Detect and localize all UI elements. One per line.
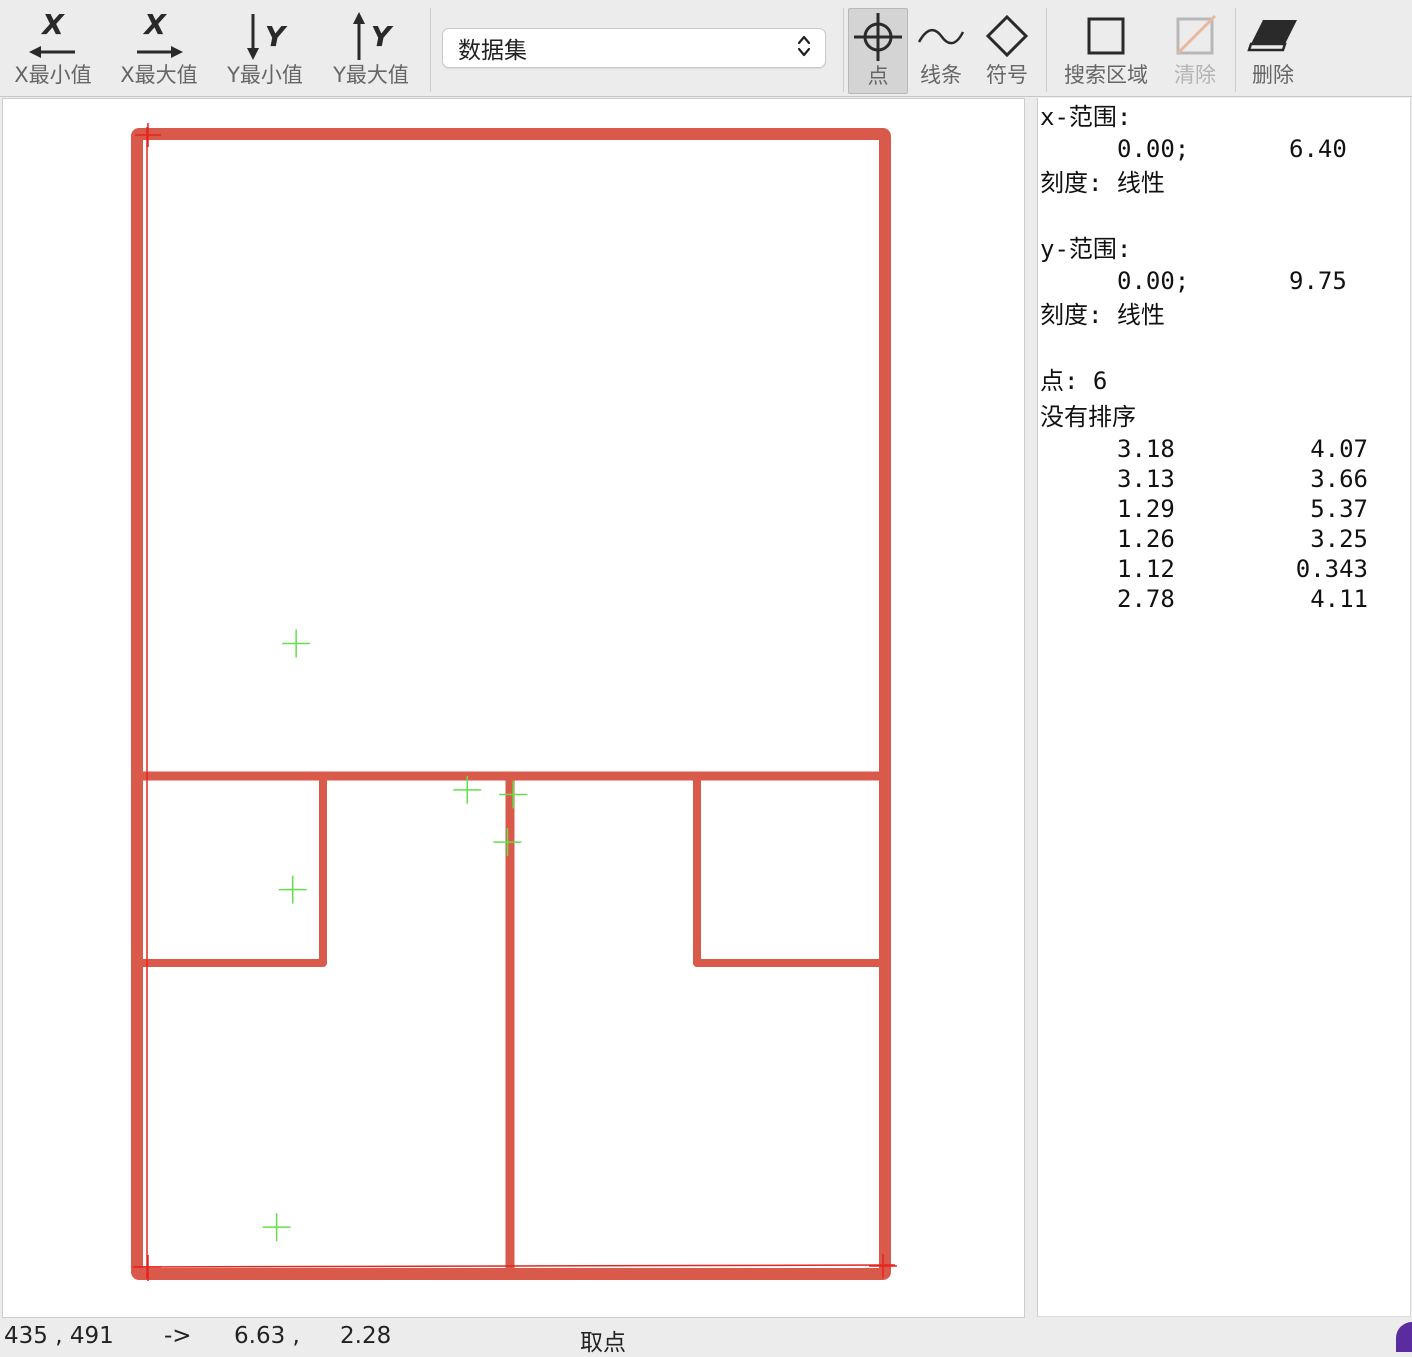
search-region-button[interactable]: 搜索区域	[1058, 8, 1154, 92]
x-range-label: x-范围:	[1040, 103, 1132, 131]
toolbar-separator	[430, 8, 431, 92]
data-point-marker[interactable]	[499, 780, 528, 809]
y-max-arrow-up-icon: Y	[343, 8, 399, 64]
point-x-value: 1.29	[1117, 495, 1175, 523]
x-max-button[interactable]: X X最大值	[112, 8, 206, 92]
y-max-value: 9.75	[1289, 267, 1347, 295]
y-min-arrow-down-icon: Y	[237, 8, 293, 64]
dataset-select[interactable]: 数据集	[442, 28, 826, 68]
x-max-value: 6.40	[1289, 135, 1347, 163]
toolbar-separator	[1046, 8, 1047, 92]
svg-text:X: X	[40, 10, 65, 41]
toolbar: X X最小值 X X最大值 Y Y最小值 Y Y最大值 数据集 点 线条 符号 …	[0, 0, 1412, 97]
x-min-value: 0.00;	[1117, 135, 1190, 163]
square-slash-icon	[1169, 8, 1221, 64]
symbol-tool-button[interactable]: 符号	[978, 8, 1036, 92]
diamond-icon	[981, 8, 1033, 64]
point-x-value: 3.13	[1117, 465, 1175, 493]
sort-state: 没有排序	[1040, 403, 1136, 431]
x-max-arrow-right-icon: X	[131, 8, 187, 64]
data-point-marker[interactable]	[262, 1213, 291, 1242]
y-range-label: y-范围:	[1040, 235, 1132, 263]
square-icon	[1080, 8, 1132, 64]
eraser-icon	[1245, 8, 1301, 64]
left-room-wall	[137, 772, 327, 967]
point-x-value: 1.26	[1117, 525, 1175, 553]
point-y-value: 4.11	[1310, 585, 1368, 613]
tilde-line-icon	[915, 8, 967, 64]
data-point-marker[interactable]	[282, 629, 311, 658]
point-x-value: 2.78	[1117, 585, 1175, 613]
toolbar-separator	[1235, 8, 1236, 92]
right-room-wall	[693, 772, 883, 967]
cursor-y-value: 2.28	[340, 1323, 392, 1349]
data-point-marker[interactable]	[278, 875, 307, 904]
svg-text:Y: Y	[371, 20, 394, 53]
y-scale-label: 刻度: 线性	[1040, 301, 1165, 329]
plot-canvas[interactable]	[2, 98, 1025, 1318]
x-axis-line	[132, 1264, 896, 1268]
y-min-button[interactable]: Y Y最小值	[218, 8, 312, 92]
point-y-value: 5.37	[1310, 495, 1368, 523]
status-bar: 435 , 491 -> 6.63 , 2.28 取点	[0, 1318, 1412, 1356]
x-min-button[interactable]: X X最小值	[6, 8, 100, 92]
clear-button[interactable]: 清除	[1166, 8, 1224, 92]
cursor-pixel-readout: 435 , 491	[4, 1323, 114, 1349]
window-corner	[1396, 1322, 1412, 1352]
svg-text:Y: Y	[265, 20, 288, 53]
point-x-value: 1.12	[1117, 555, 1175, 583]
point-y-value: 3.66	[1310, 465, 1368, 493]
point-y-value: 0.343	[1295, 555, 1368, 583]
x-scale-label: 刻度: 线性	[1040, 169, 1165, 197]
data-point-marker[interactable]	[493, 828, 522, 857]
point-y-value: 4.07	[1310, 435, 1368, 463]
delete-button[interactable]: 删除	[1243, 8, 1303, 92]
y-min-value: 0.00;	[1117, 267, 1190, 295]
line-tool-button[interactable]: 线条	[912, 8, 970, 92]
cursor-x-value: 6.63 ,	[234, 1323, 300, 1349]
toolbar-separator	[843, 8, 844, 92]
x-min-arrow-left-icon: X	[25, 8, 81, 64]
point-x-value: 3.18	[1117, 435, 1175, 463]
crosshair-icon	[852, 9, 904, 65]
point-y-value: 3.25	[1310, 525, 1368, 553]
info-panel: x-范围: 0.00; 6.40 刻度: 线性 y-范围: 0.00; 9.75…	[1037, 98, 1411, 1317]
point-tool-button[interactable]: 点	[848, 8, 908, 94]
svg-text:X: X	[142, 10, 167, 41]
points-count: 点: 6	[1040, 367, 1108, 395]
floorplan-image	[131, 123, 897, 1281]
chevron-updown-icon	[797, 34, 811, 62]
y-max-button[interactable]: Y Y最大值	[324, 8, 418, 92]
arrow-text: ->	[164, 1323, 192, 1349]
